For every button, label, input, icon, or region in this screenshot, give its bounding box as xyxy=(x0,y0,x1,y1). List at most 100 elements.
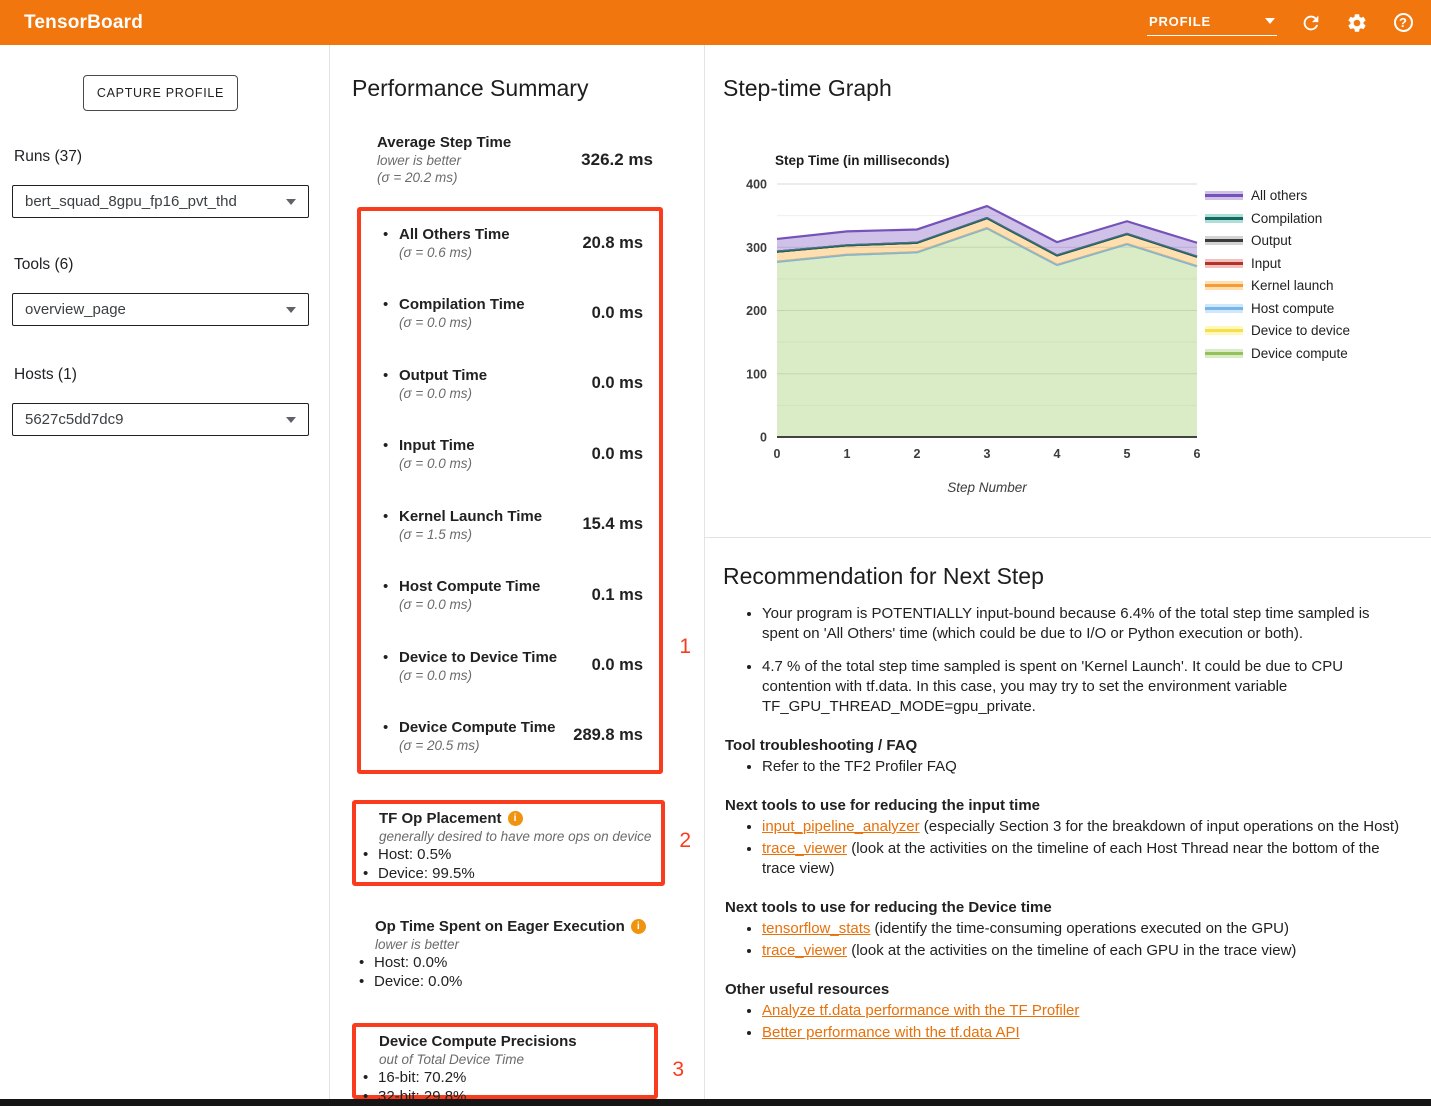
device-compute-precisions-title: Device Compute Precisions xyxy=(379,1032,654,1051)
legend-item-input: Input xyxy=(1205,256,1350,271)
info-icon[interactable]: i xyxy=(508,811,523,826)
legend-label: Kernel launch xyxy=(1251,278,1334,293)
metric-row: Kernel Launch Time(σ = 1.5 ms)15.4 ms xyxy=(361,507,659,543)
link-tensorflow-stats[interactable]: tensorflow_stats xyxy=(762,920,870,937)
chart-xlabel: Step Number xyxy=(947,480,1027,495)
runs-select-value: bert_squad_8gpu_fp16_pvt_thd xyxy=(25,193,237,210)
annotation-number-3: 3 xyxy=(672,1059,684,1080)
metric-value: 0.0 ms xyxy=(592,374,659,393)
metric-row: Host Compute Time(σ = 0.0 ms)0.1 ms xyxy=(361,577,659,613)
metric-value: 0.0 ms xyxy=(592,656,659,675)
link-analyze-tf-data-performance-with-the-tf-[interactable]: Analyze tf.data performance with the TF … xyxy=(762,1002,1079,1019)
recommendation-item: Refer to the TF2 Profiler FAQ xyxy=(762,757,1409,777)
recommendation-item: trace_viewer (look at the activities on … xyxy=(762,941,1409,961)
chevron-down-icon xyxy=(286,199,296,205)
runs-label: Runs (37) xyxy=(14,148,82,166)
metric-value: 0.0 ms xyxy=(592,304,659,323)
link-trace-viewer[interactable]: trace_viewer xyxy=(762,942,847,959)
metric-row: Compilation Time(σ = 0.0 ms)0.0 ms xyxy=(361,295,659,331)
metric-value: 326.2 ms xyxy=(581,150,653,170)
chart-axis-title: Step Time (in milliseconds) xyxy=(775,153,950,168)
metric-label: Average Step Time xyxy=(377,133,511,152)
eager-execution-subtitle: lower is better xyxy=(375,936,665,953)
tools-label: Tools (6) xyxy=(14,256,73,274)
svg-text:1: 1 xyxy=(844,447,851,461)
link-trace-viewer[interactable]: trace_viewer xyxy=(762,840,847,857)
legend-item-device-compute: Device compute xyxy=(1205,346,1350,361)
tf-op-placement-subtitle: generally desired to have more ops on de… xyxy=(379,828,661,845)
link-input-pipeline-analyzer[interactable]: input_pipeline_analyzer xyxy=(762,818,920,835)
svg-text:2: 2 xyxy=(914,447,921,461)
runs-select[interactable]: bert_squad_8gpu_fp16_pvt_thd xyxy=(12,185,309,218)
hosts-select[interactable]: 5627c5dd7dc9 xyxy=(12,403,309,436)
legend-label: All others xyxy=(1251,188,1307,203)
legend-swatch-icon xyxy=(1205,279,1243,292)
section-heading: Next tools to use for reducing the Devic… xyxy=(725,899,1409,916)
metric-row: All Others Time(σ = 0.6 ms)20.8 ms xyxy=(361,225,659,261)
area-series-device-compute xyxy=(777,228,1197,437)
performance-summary-title: Performance Summary xyxy=(352,75,588,102)
metric-row: Device Compute Time(σ = 20.5 ms)289.8 ms xyxy=(361,718,659,754)
recommendation-item: input_pipeline_analyzer (especially Sect… xyxy=(762,817,1409,837)
list-item: Host: 0.5% xyxy=(356,846,661,865)
metric-row: Input Time(σ = 0.0 ms)0.0 ms xyxy=(361,436,659,472)
dashboard-select-value: PROFILE xyxy=(1149,14,1211,29)
chevron-down-icon xyxy=(286,417,296,423)
metric-value: 20.8 ms xyxy=(582,234,659,253)
dashboard-select[interactable]: PROFILE xyxy=(1147,10,1277,36)
link-better-performance-with-the-tf-data-api[interactable]: Better performance with the tf.data API xyxy=(762,1024,1020,1041)
help-icon[interactable]: ? xyxy=(1391,11,1415,35)
hosts-label: Hosts (1) xyxy=(14,366,77,384)
recommendation-title: Recommendation for Next Step xyxy=(723,563,1409,590)
recommendation-item: tensorflow_stats (identify the time-cons… xyxy=(762,919,1409,939)
annotation-number-1: 1 xyxy=(679,636,691,657)
chevron-down-icon xyxy=(1265,18,1275,24)
legend-item-all-others: All others xyxy=(1205,188,1350,203)
metric-sigma: (σ = 20.2 ms) xyxy=(377,169,511,186)
recommendation-section: Other useful resourcesAnalyze tf.data pe… xyxy=(723,981,1409,1043)
svg-text:200: 200 xyxy=(746,304,767,318)
list-item: Host: 0.0% xyxy=(352,954,665,973)
legend-item-output: Output xyxy=(1205,233,1350,248)
metric-value: 0.0 ms xyxy=(592,445,659,464)
section-heading: Tool troubleshooting / FAQ xyxy=(725,737,1409,754)
recommendation-item: Better performance with the tf.data API xyxy=(762,1023,1409,1043)
legend-swatch-icon xyxy=(1205,324,1243,337)
annotation-box-1: All Others Time(σ = 0.6 ms)20.8 ms Compil… xyxy=(357,207,663,774)
metric-subtitle: lower is better xyxy=(377,152,511,169)
info-icon[interactable]: i xyxy=(631,919,646,934)
recommendation-section: Tool troubleshooting / FAQ Refer to the T… xyxy=(723,737,1409,777)
metric-value: 289.8 ms xyxy=(573,726,659,745)
svg-text:3: 3 xyxy=(984,447,991,461)
legend-item-kernel-launch: Kernel launch xyxy=(1205,278,1350,293)
svg-text:4: 4 xyxy=(1054,447,1061,461)
list-item: Device: 0.0% xyxy=(352,973,665,992)
svg-text:100: 100 xyxy=(746,367,767,381)
list-item: 16-bit: 70.2% xyxy=(356,1069,654,1088)
recommendation-section: Next tools to use for reducing the input… xyxy=(723,797,1409,879)
recommendation-section: Next tools to use for reducing the Devic… xyxy=(723,899,1409,961)
metric-value: 0.1 ms xyxy=(592,586,659,605)
annotation-number-2: 2 xyxy=(679,830,691,851)
step-time-graph-title: Step-time Graph xyxy=(723,75,892,102)
tools-select-value: overview_page xyxy=(25,301,126,318)
tools-select[interactable]: overview_page xyxy=(12,293,309,326)
chevron-down-icon xyxy=(286,307,296,313)
svg-text:400: 400 xyxy=(746,178,767,192)
step-time-graph-card: Step-time Graph Step Time (in millisecon… xyxy=(705,45,1431,538)
legend-label: Input xyxy=(1251,256,1281,271)
eager-execution-title: Op Time Spent on Eager Execution i xyxy=(375,917,665,936)
settings-gear-icon[interactable] xyxy=(1345,11,1369,35)
reload-icon[interactable] xyxy=(1299,11,1323,35)
legend-label: Device compute xyxy=(1251,346,1348,361)
legend-swatch-icon xyxy=(1205,347,1243,360)
svg-text:0: 0 xyxy=(774,447,781,461)
step-time-chart[interactable]: 01002003004000123456Step Number xyxy=(727,169,1267,509)
chart-legend: All othersCompilationOutputInputKernel l… xyxy=(1205,188,1350,361)
metric-row: Device to Device Time(σ = 0.0 ms)0.0 ms xyxy=(361,648,659,684)
capture-profile-button[interactable]: CAPTURE PROFILE xyxy=(83,75,238,111)
section-heading: Next tools to use for reducing the input… xyxy=(725,797,1409,814)
tf-op-placement-title: TF Op Placement i xyxy=(379,809,661,828)
average-step-time-metric: Average Step Time lower is better (σ = 2… xyxy=(377,133,653,186)
legend-swatch-icon xyxy=(1205,189,1243,202)
